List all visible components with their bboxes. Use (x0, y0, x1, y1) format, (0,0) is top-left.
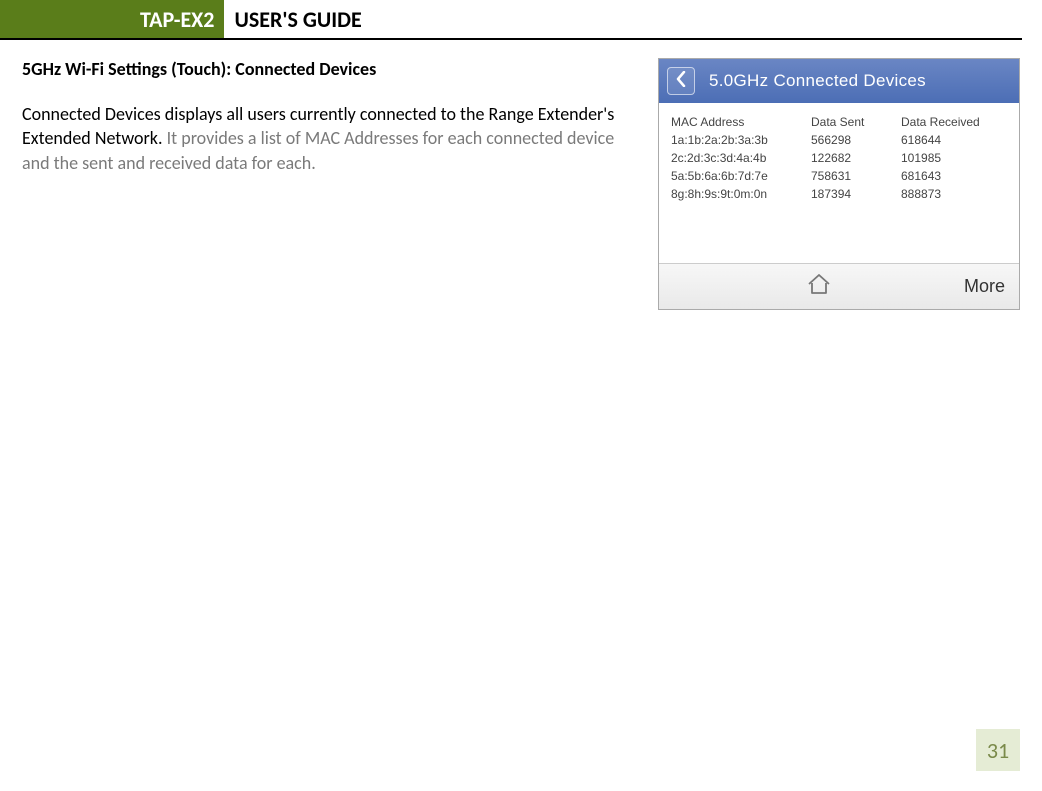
col-header-recv: Data Received (901, 115, 1001, 129)
chevron-left-icon (675, 71, 687, 92)
body-paragraph: Connected Devices displays all users cur… (22, 102, 638, 175)
product-name: TAP-EX2 (140, 6, 224, 33)
cell-sent: 122682 (811, 151, 901, 165)
guide-title: USER'S GUIDE (224, 0, 361, 38)
device-bottombar: More (659, 263, 1019, 309)
cell-recv: 101985 (901, 151, 1001, 165)
home-icon (806, 284, 832, 301)
table-row: 8g:8h:9s:9t:0m:0n 187394 888873 (671, 185, 1007, 203)
cell-sent: 758631 (811, 169, 901, 183)
product-badge: TAP-EX2 (140, 0, 224, 38)
cell-sent: 187394 (811, 187, 901, 201)
section-heading: 5GHz Wi-Fi Settings (Touch): Connected D… (22, 58, 638, 80)
col-header-sent: Data Sent (811, 115, 901, 129)
table-row: 2c:2d:3c:3d:4a:4b 122682 101985 (671, 149, 1007, 167)
page-number: 31 (976, 729, 1020, 771)
back-button[interactable] (667, 67, 695, 95)
cell-recv: 681643 (901, 169, 1001, 183)
table-header-row: MAC Address Data Sent Data Received (671, 113, 1007, 131)
cell-mac: 1a:1b:2a:2b:3a:3b (671, 133, 811, 147)
col-header-mac: MAC Address (671, 115, 811, 129)
table-row: 5a:5b:6a:6b:7d:7e 758631 681643 (671, 167, 1007, 185)
cell-recv: 618644 (901, 133, 1001, 147)
cell-mac: 5a:5b:6a:6b:7d:7e (671, 169, 811, 183)
cell-mac: 8g:8h:9s:9t:0m:0n (671, 187, 811, 201)
home-button[interactable] (806, 271, 832, 302)
doc-header: TAP-EX2 USER'S GUIDE (0, 0, 1022, 40)
text-column: 5GHz Wi-Fi Settings (Touch): Connected D… (22, 58, 638, 310)
device-topbar: 5.0GHz Connected Devices (659, 59, 1019, 103)
header-accent-bar (0, 0, 140, 38)
device-body: MAC Address Data Sent Data Received 1a:1… (659, 103, 1019, 263)
more-button[interactable]: More (964, 276, 1005, 297)
device-screenshot: 5.0GHz Connected Devices MAC Address Dat… (658, 58, 1020, 310)
cell-mac: 2c:2d:3c:3d:4a:4b (671, 151, 811, 165)
table-row: 1a:1b:2a:2b:3a:3b 566298 618644 (671, 131, 1007, 149)
device-screen-title: 5.0GHz Connected Devices (709, 71, 926, 91)
cell-recv: 888873 (901, 187, 1001, 201)
cell-sent: 566298 (811, 133, 901, 147)
page-content: 5GHz Wi-Fi Settings (Touch): Connected D… (0, 40, 1042, 310)
